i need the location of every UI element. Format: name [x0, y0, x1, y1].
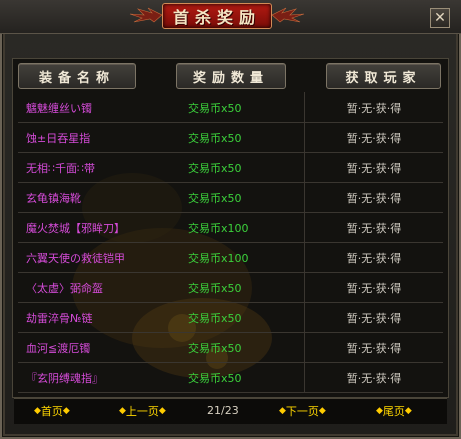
title-ornament-left-icon [129, 7, 162, 23]
item-name[interactable]: 魔火焚城【邪眸刀】 [26, 213, 176, 243]
last-page-button[interactable]: ◆ 尾页 ◆ [376, 404, 412, 418]
item-name[interactable]: 『玄阴缚魂指』 [26, 363, 176, 393]
diamond-icon: ◆ [119, 406, 126, 416]
reward-amount: 交易币x50 [188, 372, 242, 385]
diamond-icon: ◆ [34, 406, 41, 416]
item-name[interactable]: 〈太虚〉弼命盔 [26, 273, 176, 303]
column-header-winner: 获取玩家 [326, 63, 441, 89]
winner-name: 暂·无·获·得 [304, 273, 443, 303]
last-page-label: 尾页 [382, 405, 405, 418]
close-button[interactable]: ✕ [430, 8, 450, 28]
item-name[interactable]: 蚀±日吞星指 [26, 123, 176, 153]
reward-amount: 交易币x50 [188, 312, 242, 325]
item-name[interactable]: 玄龟镇海靴 [26, 183, 176, 213]
close-icon: ✕ [434, 10, 446, 26]
title-ornament-right-icon [272, 7, 305, 23]
table-row: 蚀±日吞星指 交易币x50 暂·无·获·得 [18, 123, 443, 153]
diamond-icon: ◆ [376, 406, 383, 416]
item-name[interactable]: 劫雷淬骨№链 [26, 303, 176, 333]
table-row: 无相∷千面∷带 交易币x50 暂·无·获·得 [18, 153, 443, 183]
item-name[interactable]: 无相∷千面∷带 [26, 153, 176, 183]
item-name[interactable]: 六翼天使の救徒铠甲 [26, 243, 176, 273]
first-page-label: 首页 [40, 405, 63, 418]
item-name[interactable]: 血河≦渡厄镯 [26, 333, 176, 363]
winner-name: 暂·无·获·得 [304, 93, 443, 123]
winner-name: 暂·无·获·得 [304, 363, 443, 393]
table-row: 魑魅缠丝い镯 交易币x50 暂·无·获·得 [18, 93, 443, 123]
winner-name: 暂·无·获·得 [304, 213, 443, 243]
reward-amount: 交易币x100 [188, 222, 249, 235]
diamond-icon: ◆ [279, 406, 286, 416]
prev-page-label: 上一页 [125, 405, 159, 418]
table-row: 『玄阴缚魂指』 交易币x50 暂·无·获·得 [18, 363, 443, 393]
winner-name: 暂·无·获·得 [304, 243, 443, 273]
table-row: 六翼天使の救徒铠甲 交易币x100 暂·无·获·得 [18, 243, 443, 273]
reward-amount: 交易币x50 [188, 102, 242, 115]
column-header-reward: 奖励数量 [176, 63, 286, 89]
window-title-banner: 首杀奖励 [162, 3, 272, 29]
next-page-label: 下一页 [285, 405, 319, 418]
winner-name: 暂·无·获·得 [304, 333, 443, 363]
winner-name: 暂·无·获·得 [304, 123, 443, 153]
first-page-button[interactable]: ◆ 首页 ◆ [34, 404, 70, 418]
prev-page-button[interactable]: ◆ 上一页 ◆ [119, 404, 166, 418]
item-name[interactable]: 魑魅缠丝い镯 [26, 93, 176, 123]
winner-name: 暂·无·获·得 [304, 153, 443, 183]
diamond-icon: ◆ [158, 406, 166, 416]
table-row: 玄龟镇海靴 交易币x50 暂·无·获·得 [18, 183, 443, 213]
reward-amount: 交易币x50 [188, 192, 242, 205]
table-row: 〈太虚〉弼命盔 交易币x50 暂·无·获·得 [18, 273, 443, 303]
diamond-icon: ◆ [62, 406, 70, 416]
table-row: 魔火焚城【邪眸刀】 交易币x100 暂·无·获·得 [18, 213, 443, 243]
reward-amount: 交易币x50 [188, 132, 242, 145]
window-title: 首杀奖励 [172, 8, 261, 27]
page-indicator: 21/23 [207, 404, 239, 417]
column-header-item: 装备名称 [18, 63, 136, 89]
diamond-icon: ◆ [404, 406, 412, 416]
next-page-button[interactable]: ◆ 下一页 ◆ [279, 404, 326, 418]
reward-amount: 交易币x50 [188, 282, 242, 295]
table-row: 血河≦渡厄镯 交易币x50 暂·无·获·得 [18, 333, 443, 363]
reward-amount: 交易币x100 [188, 252, 249, 265]
winner-name: 暂·无·获·得 [304, 183, 443, 213]
reward-amount: 交易币x50 [188, 162, 242, 175]
table-row: 劫雷淬骨№链 交易币x50 暂·无·获·得 [18, 303, 443, 333]
diamond-icon: ◆ [318, 406, 326, 416]
reward-amount: 交易币x50 [188, 342, 242, 355]
winner-name: 暂·无·获·得 [304, 303, 443, 333]
